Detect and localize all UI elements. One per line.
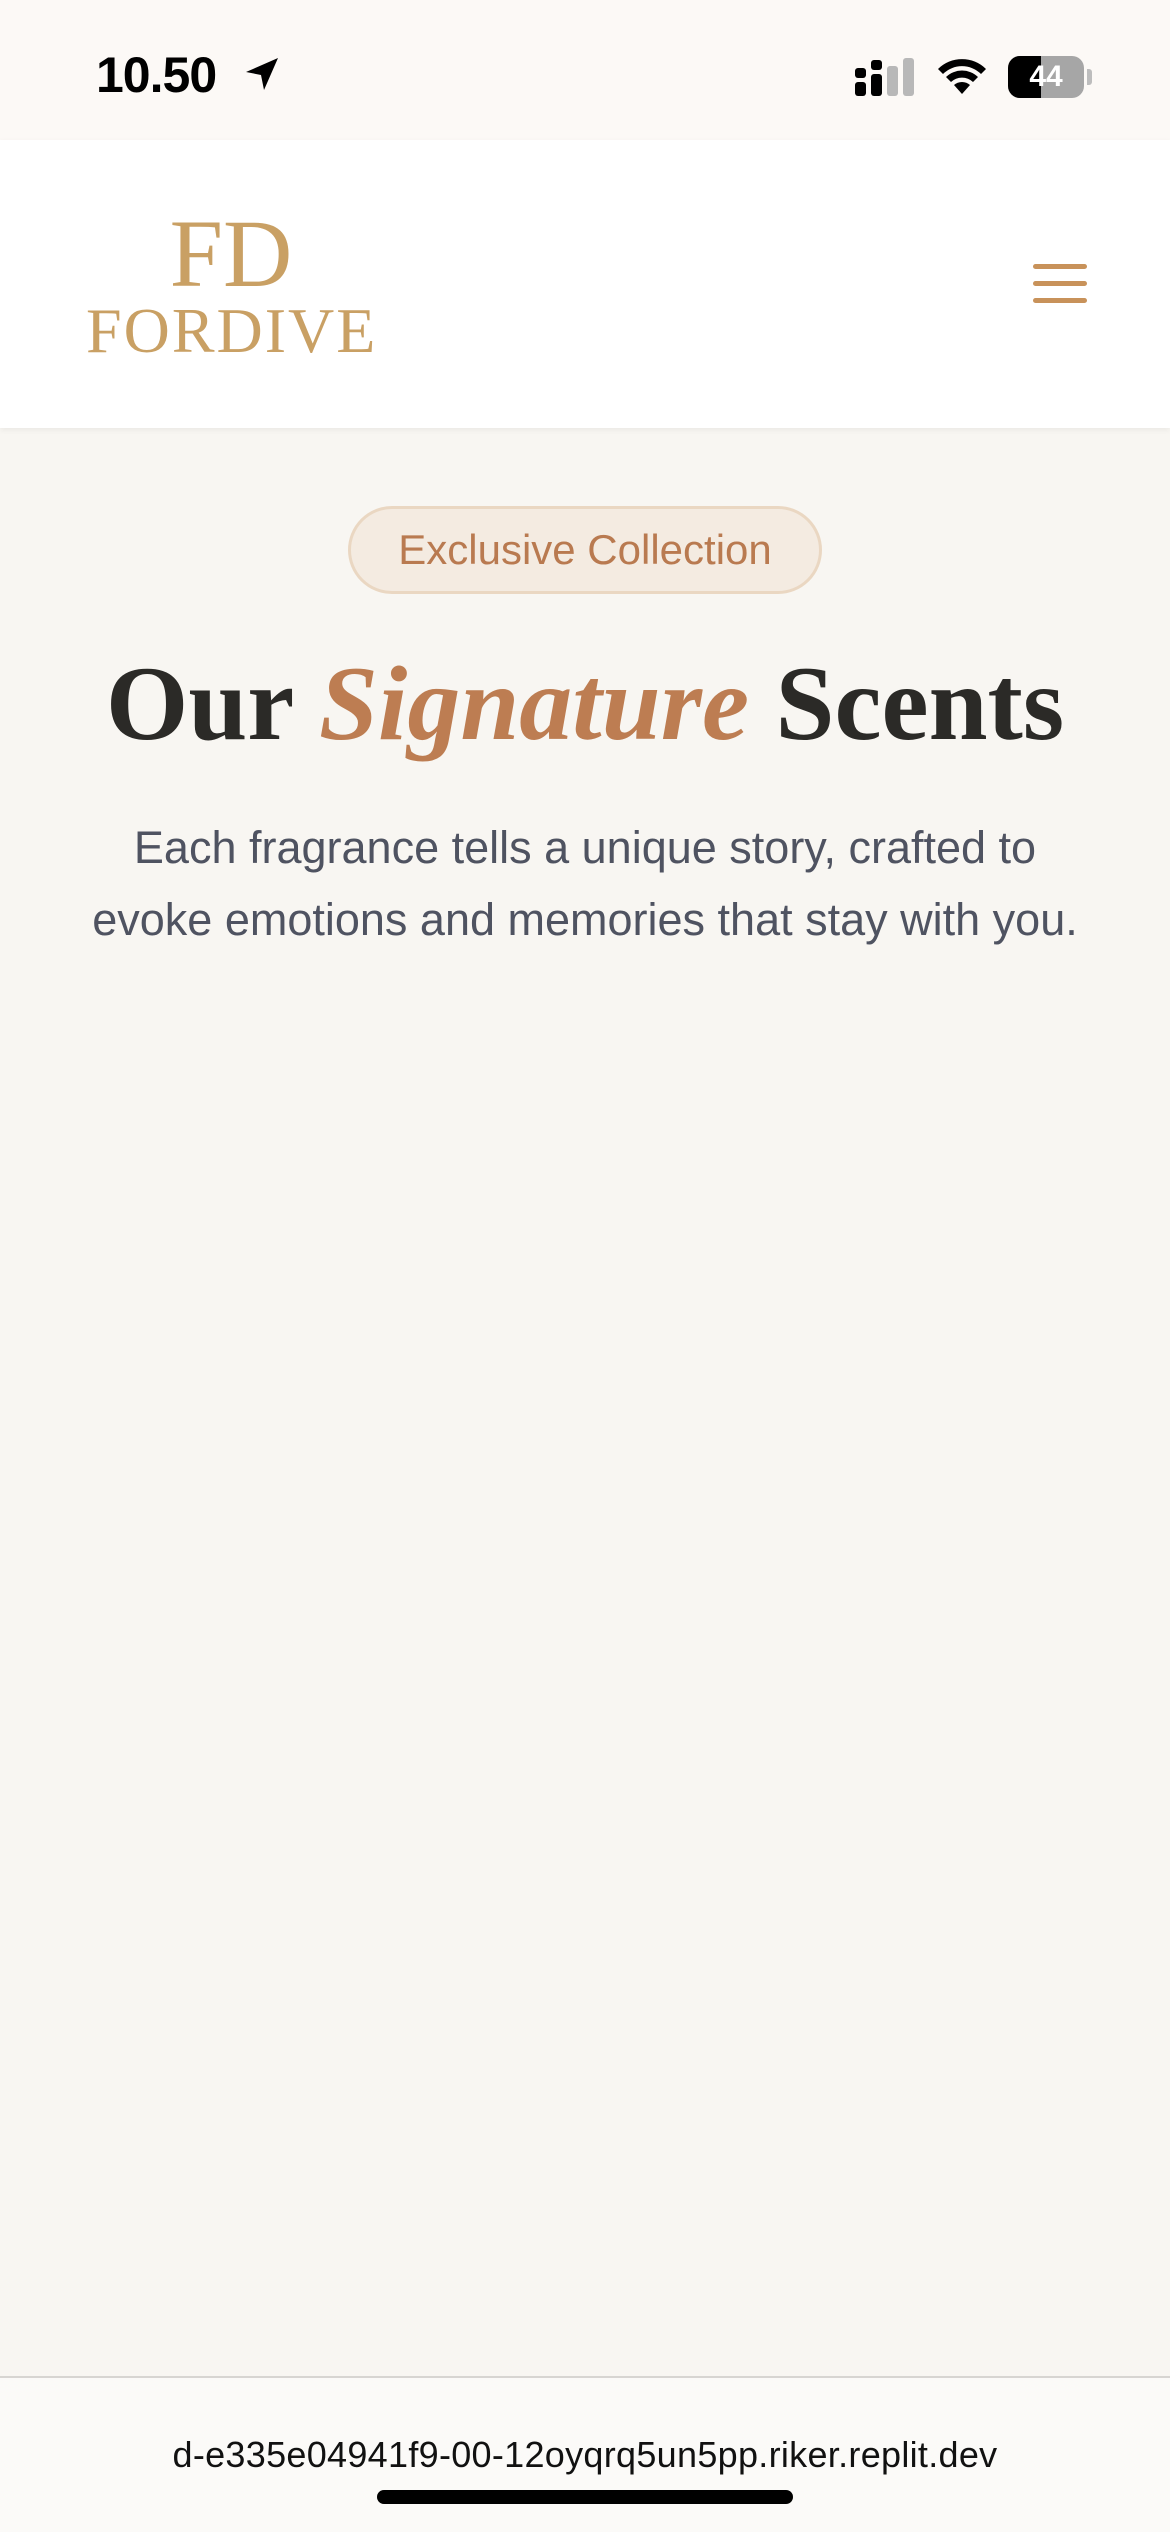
home-indicator[interactable] (377, 2490, 793, 2504)
screen: 10.50 44 FD FORDIVE Exclusive Collection… (0, 0, 1170, 2532)
exclusive-collection-badge: Exclusive Collection (348, 506, 822, 594)
logo-wordmark: FORDIVE (86, 295, 378, 366)
location-arrow-icon (246, 58, 278, 90)
status-time: 10.50 (96, 47, 217, 103)
wifi-icon (938, 59, 986, 94)
title-word-our: Our (105, 645, 293, 762)
battery-level: 44 (1029, 60, 1063, 93)
cellular-signal-icon (855, 58, 914, 96)
status-bar: 10.50 44 (0, 0, 1170, 140)
logo-monogram: FD (169, 200, 293, 307)
address-bar-url[interactable]: d-e335e04941f9-00-12oyqrq5un5pp.riker.re… (0, 2434, 1170, 2476)
section-title: Our Signature Scents (0, 644, 1170, 764)
section-subtitle: Each fragrance tells a unique story, cra… (92, 822, 1078, 945)
brand-logo[interactable]: FD FORDIVE (86, 206, 376, 366)
battery-indicator: 44 (1008, 56, 1092, 98)
browser-address-bar[interactable]: d-e335e04941f9-00-12oyqrq5un5pp.riker.re… (0, 2376, 1170, 2532)
site-header: FD FORDIVE (0, 140, 1170, 428)
hamburger-menu-icon[interactable] (1030, 250, 1090, 316)
title-word-scents: Scents (775, 645, 1065, 762)
title-accent-word: Signature (318, 645, 750, 762)
